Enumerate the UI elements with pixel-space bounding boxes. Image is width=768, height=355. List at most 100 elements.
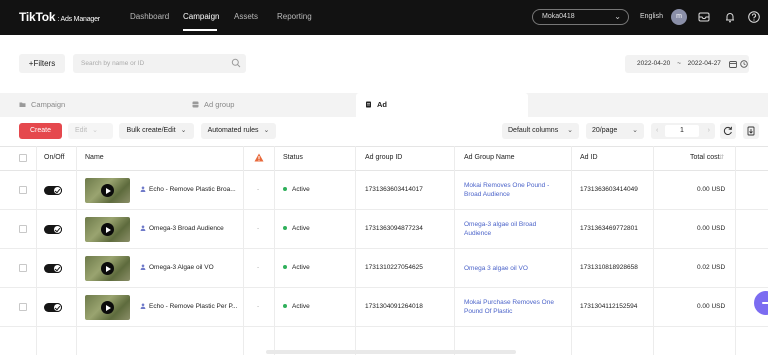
- inbox-icon[interactable]: [697, 10, 711, 24]
- row-checkbox[interactable]: [19, 264, 27, 272]
- row-checkbox[interactable]: [19, 186, 27, 194]
- tab-campaign[interactable]: Campaign: [19, 93, 179, 117]
- column-ad-id: Ad ID: [580, 154, 598, 161]
- warning-value: -: [257, 186, 260, 193]
- active-dot-icon: [283, 303, 287, 308]
- clock-icon: [740, 60, 748, 68]
- adgroup-name-link[interactable]: Omega 3 algae oil VO: [464, 264, 564, 273]
- adgroup-name-link[interactable]: Mokai Purchase Removes One Pound Of Plas…: [464, 298, 564, 316]
- account-selector[interactable]: Moka0418 ⌄: [532, 9, 629, 25]
- tiktok-logo[interactable]: TikTok: Ads Manager: [19, 10, 100, 24]
- ad-id: 1731304112152594: [580, 303, 638, 310]
- date-separator: ~: [677, 60, 681, 67]
- automated-rules-button[interactable]: Automated rules ⌄: [201, 123, 276, 139]
- date-start: 2022-04-20: [637, 60, 671, 67]
- search-placeholder: Search by name or ID: [81, 60, 145, 67]
- nav-dashboard[interactable]: Dashboard: [130, 12, 169, 21]
- warning-value: -: [257, 303, 260, 310]
- user-icon: [140, 186, 146, 192]
- video-thumbnail[interactable]: [85, 178, 130, 203]
- adgroup-id: 1731310227054625: [365, 264, 423, 271]
- video-thumbnail[interactable]: [85, 256, 130, 281]
- ad-name[interactable]: Echo - Remove Plastic Per P...: [140, 303, 237, 310]
- nav-campaign[interactable]: Campaign: [183, 12, 219, 21]
- table-row[interactable]: Echo - Remove Plastic Broa... - Active 1…: [0, 171, 768, 210]
- video-thumbnail[interactable]: [85, 217, 130, 242]
- bell-icon[interactable]: [723, 10, 737, 24]
- chevron-down-icon: ⌄: [92, 127, 98, 134]
- pagination: ‹ 1 ›: [651, 123, 715, 139]
- nav-assets[interactable]: Assets: [234, 12, 258, 21]
- chevron-down-icon: ⌄: [632, 127, 638, 134]
- status-toggle[interactable]: [44, 186, 62, 195]
- search-input[interactable]: Search by name or ID: [73, 54, 246, 73]
- ad-name-text: Echo - Remove Plastic Per P...: [149, 303, 238, 310]
- chevron-down-icon: ⌄: [263, 127, 270, 134]
- status-text: Active: [292, 225, 310, 232]
- grid-icon: [192, 101, 199, 108]
- top-bar: TikTok: Ads Manager Dashboard Campaign A…: [0, 0, 768, 35]
- total-cost: 0.00 USD: [697, 186, 726, 193]
- select-all-checkbox[interactable]: [19, 154, 27, 162]
- sort-icon[interactable]: ⇵: [719, 154, 724, 161]
- status-toggle[interactable]: [44, 303, 62, 312]
- table-row[interactable]: Omega-3 Broad Audience - Active 17313630…: [0, 210, 768, 249]
- bulk-create-edit-button[interactable]: Bulk create/Edit ⌄: [119, 123, 194, 139]
- chevron-right-icon[interactable]: ›: [708, 123, 710, 139]
- date-range-picker[interactable]: 2022-04-20 ~ 2022-04-27: [625, 55, 749, 73]
- ad-id: 1731310818928658: [580, 264, 638, 271]
- account-name: Moka0418: [542, 13, 575, 20]
- chevron-left-icon[interactable]: ‹: [656, 123, 658, 139]
- table-row[interactable]: Echo - Remove Plastic Per P... - Active …: [0, 288, 768, 327]
- status-text: Active: [292, 264, 310, 271]
- status-badge: Active: [283, 303, 310, 310]
- filters-button[interactable]: +Filters: [19, 54, 65, 73]
- tab-ad-group-label: Ad group: [204, 100, 235, 109]
- edit-button[interactable]: Edit ⌄: [68, 123, 113, 139]
- video-thumbnail[interactable]: [85, 295, 130, 320]
- page-size-select[interactable]: 20/page ⌄: [586, 123, 644, 139]
- horizontal-scrollbar[interactable]: [266, 350, 516, 354]
- column-onoff: On/Off: [44, 154, 65, 161]
- nav-reporting[interactable]: Reporting: [277, 12, 312, 21]
- column-total-cost[interactable]: Total cost: [690, 154, 720, 161]
- ad-name-text: Omega-3 Broad Audience: [149, 225, 224, 232]
- ad-name-text: Omega-3 Algae oil VO: [149, 264, 214, 271]
- tab-ad[interactable]: Ad: [356, 93, 528, 117]
- total-cost: 0.00 USD: [697, 303, 726, 310]
- column-status: Status: [283, 154, 303, 161]
- status-toggle[interactable]: [44, 225, 62, 234]
- column-adgroup-name: Ad Group Name: [464, 154, 515, 161]
- row-checkbox[interactable]: [19, 303, 27, 311]
- warning-icon: [254, 153, 264, 162]
- ad-name[interactable]: Echo - Remove Plastic Broa...: [140, 186, 236, 193]
- adgroup-id: 1731304091264018: [365, 303, 423, 310]
- status-text: Active: [292, 186, 310, 193]
- refresh-icon[interactable]: [720, 123, 736, 139]
- columns-select[interactable]: Default columns ⌄: [502, 123, 579, 139]
- tab-ad-label: Ad: [377, 100, 387, 109]
- table-row[interactable]: Omega-3 Algae oil VO - Active 1731310227…: [0, 249, 768, 288]
- date-end: 2022-04-27: [687, 60, 721, 67]
- logo-subtitle: : Ads Manager: [57, 16, 100, 23]
- total-cost: 0.00 USD: [697, 225, 726, 232]
- ad-name[interactable]: Omega-3 Broad Audience: [140, 225, 224, 232]
- row-checkbox[interactable]: [19, 225, 27, 233]
- ad-name[interactable]: Omega-3 Algae oil VO: [140, 264, 214, 271]
- help-icon[interactable]: [747, 10, 761, 24]
- avatar[interactable]: m: [671, 9, 687, 25]
- page-input[interactable]: 1: [665, 125, 699, 137]
- status-badge: Active: [283, 225, 310, 232]
- column-name[interactable]: Name: [85, 154, 104, 161]
- language-switch[interactable]: English: [640, 13, 663, 20]
- active-dot-icon: [283, 186, 287, 191]
- adgroup-name-link[interactable]: Mokai Removes One Pound - Broad Audience: [464, 181, 564, 199]
- active-dot-icon: [283, 264, 287, 269]
- status-toggle[interactable]: [44, 264, 62, 273]
- tab-ad-group[interactable]: Ad group: [192, 93, 352, 117]
- active-dot-icon: [283, 225, 287, 230]
- export-icon[interactable]: [743, 123, 759, 139]
- adgroup-name-link[interactable]: Omega-3 algae oil Broad Audience: [464, 220, 564, 238]
- create-button[interactable]: Create: [19, 123, 62, 139]
- column-adgroup-id: Ad group ID: [365, 154, 403, 161]
